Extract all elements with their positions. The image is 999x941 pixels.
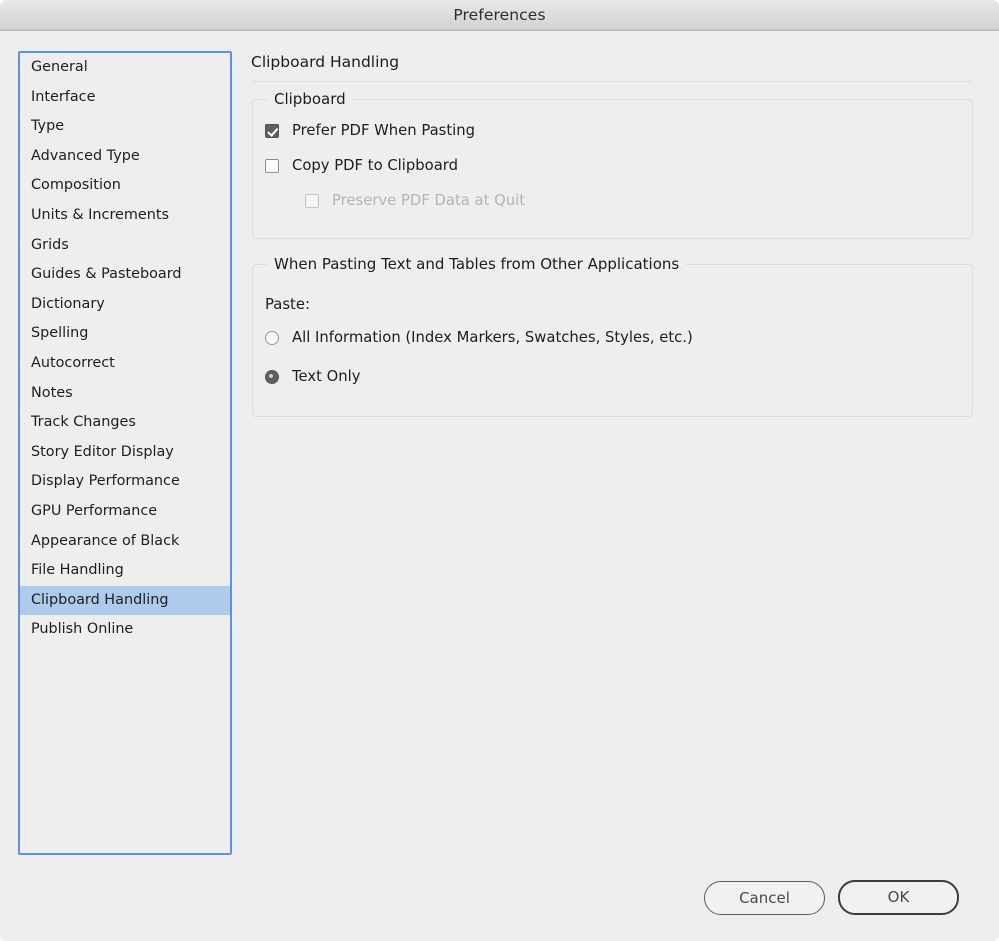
category-list[interactable]: General Interface Type Advanced Type Com… <box>18 51 232 855</box>
paste-all-information-label: All Information (Index Markers, Swatches… <box>292 329 693 346</box>
prefer-pdf-when-pasting-checkbox[interactable] <box>265 123 279 138</box>
copy-pdf-to-clipboard-row[interactable]: Copy PDF to Clipboard <box>265 157 458 174</box>
pasting-group: When Pasting Text and Tables from Other … <box>252 255 973 417</box>
prefer-pdf-when-pasting-row[interactable]: Prefer PDF When Pasting <box>265 122 475 139</box>
sidebar-item-notes[interactable]: Notes <box>20 379 230 409</box>
pasting-group-legend: When Pasting Text and Tables from Other … <box>267 255 687 273</box>
preserve-pdf-data-at-quit-label: Preserve PDF Data at Quit <box>332 192 526 209</box>
paste-all-information-radio[interactable] <box>265 330 279 345</box>
sidebar-item-spelling[interactable]: Spelling <box>20 319 230 349</box>
paste-label: Paste: <box>265 296 310 313</box>
title-bar: Preferences <box>0 0 999 31</box>
sidebar-item-units-increments[interactable]: Units & Increments <box>20 201 230 231</box>
clipboard-group-legend: Clipboard <box>267 90 353 108</box>
sidebar-item-display-performance[interactable]: Display Performance <box>20 467 230 497</box>
sidebar-item-grids[interactable]: Grids <box>20 231 230 261</box>
sidebar-item-file-handling[interactable]: File Handling <box>20 556 230 586</box>
sidebar-item-story-editor-display[interactable]: Story Editor Display <box>20 438 230 468</box>
paste-text-only-row[interactable]: Text Only <box>265 368 361 385</box>
sidebar-item-guides-pasteboard[interactable]: Guides & Pasteboard <box>20 260 230 290</box>
preserve-pdf-data-at-quit-checkbox <box>305 193 319 208</box>
preserve-pdf-data-at-quit-row: Preserve PDF Data at Quit <box>305 192 525 209</box>
page-title: Clipboard Handling <box>251 53 400 71</box>
sidebar-item-advanced-type[interactable]: Advanced Type <box>20 142 230 172</box>
paste-all-information-row[interactable]: All Information (Index Markers, Swatches… <box>265 329 693 346</box>
sidebar-item-clipboard-handling[interactable]: Clipboard Handling <box>20 585 230 616</box>
cancel-button[interactable]: Cancel <box>704 881 825 915</box>
sidebar-item-gpu-performance[interactable]: GPU Performance <box>20 497 230 527</box>
paste-text-only-radio[interactable] <box>265 369 279 384</box>
sidebar-item-appearance-of-black[interactable]: Appearance of Black <box>20 527 230 557</box>
sidebar-item-general[interactable]: General <box>20 53 230 83</box>
prefer-pdf-when-pasting-label: Prefer PDF When Pasting <box>292 122 476 139</box>
ok-button[interactable]: OK <box>838 880 959 915</box>
sidebar-item-track-changes[interactable]: Track Changes <box>20 408 230 438</box>
sidebar-item-dictionary[interactable]: Dictionary <box>20 290 230 320</box>
paste-text-only-label: Text Only <box>292 368 361 385</box>
sidebar-item-autocorrect[interactable]: Autocorrect <box>20 349 230 379</box>
window-title: Preferences <box>453 6 546 24</box>
copy-pdf-to-clipboard-checkbox[interactable] <box>265 158 279 173</box>
sidebar-item-publish-online[interactable]: Publish Online <box>20 615 230 645</box>
preferences-dialog: Preferences General Interface Type Advan… <box>0 0 999 941</box>
preferences-content-pane: Clipboard Handling Clipboard Prefer PDF … <box>251 51 973 851</box>
title-divider <box>251 81 973 82</box>
sidebar-item-interface[interactable]: Interface <box>20 83 230 113</box>
clipboard-group: Clipboard Prefer PDF When Pasting Copy P… <box>252 90 973 239</box>
copy-pdf-to-clipboard-label: Copy PDF to Clipboard <box>292 157 459 174</box>
sidebar-item-composition[interactable]: Composition <box>20 171 230 201</box>
sidebar-item-type[interactable]: Type <box>20 112 230 142</box>
